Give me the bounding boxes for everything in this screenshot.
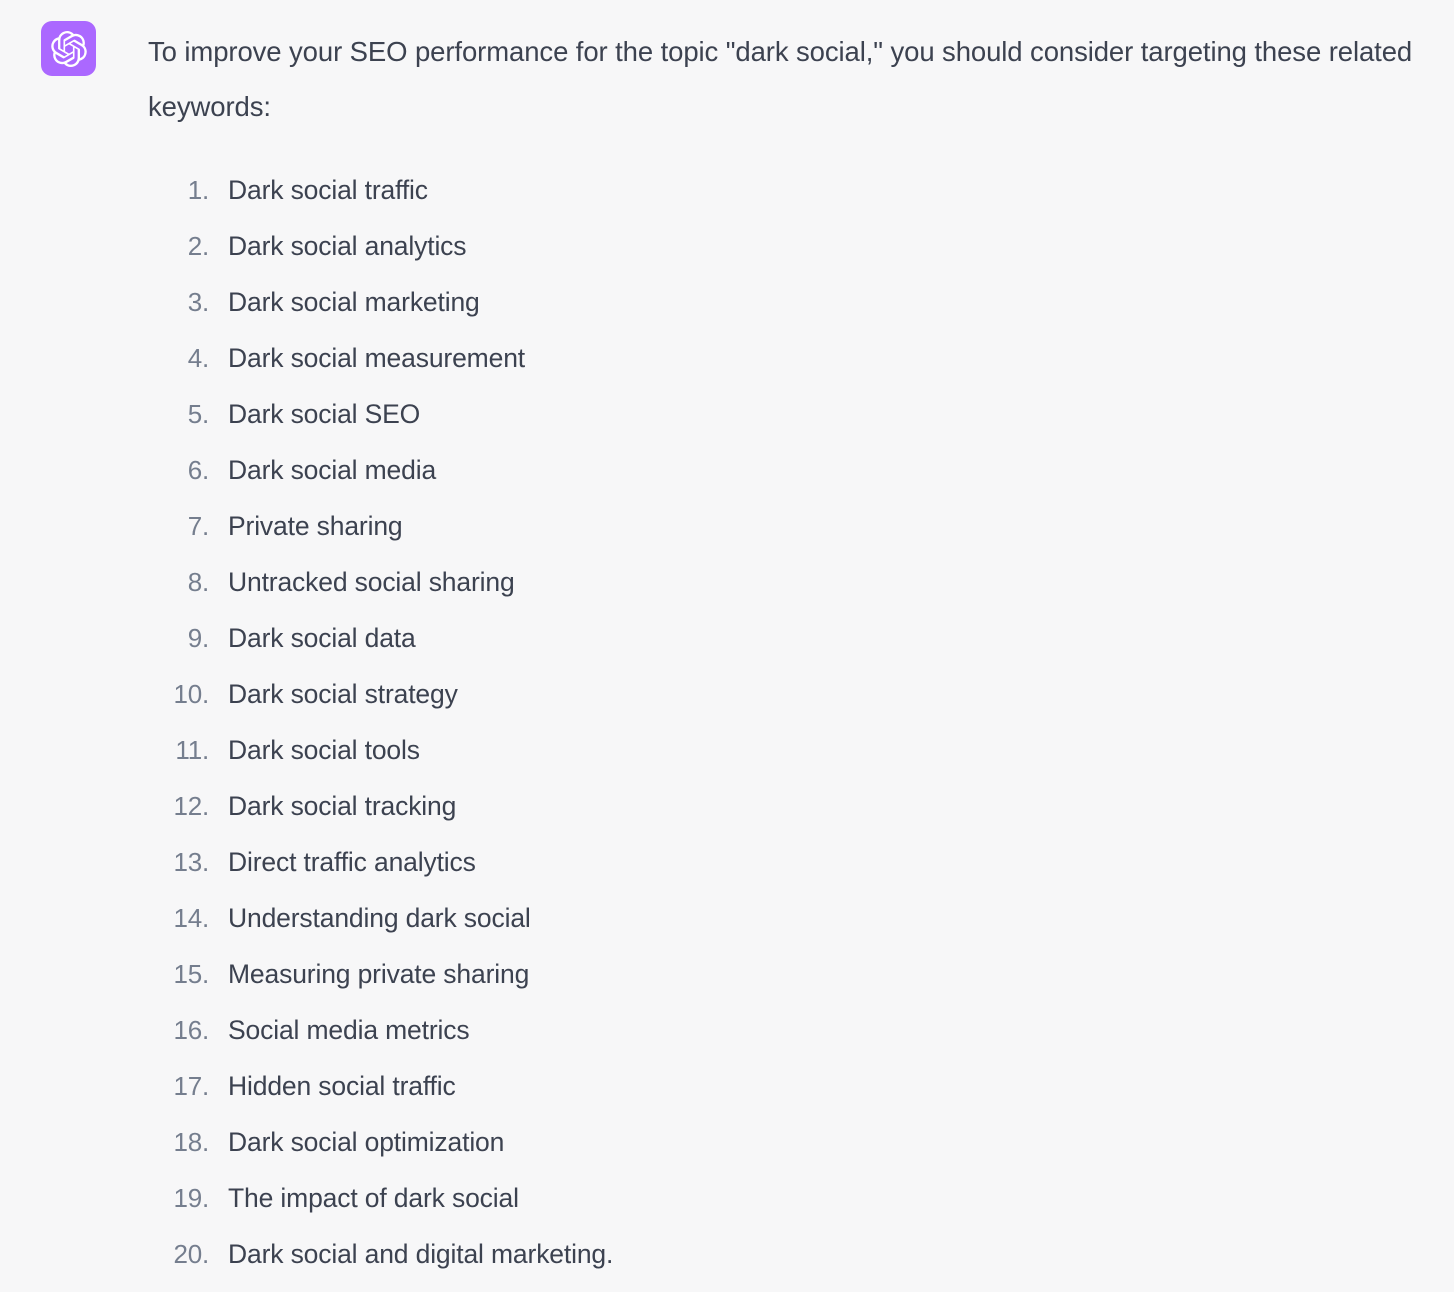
- assistant-message: To improve your SEO performance for the …: [0, 0, 1454, 1282]
- list-item-number: 2.: [187, 231, 209, 261]
- list-item: 6. Dark social media: [148, 442, 1438, 498]
- list-item-label: Dark social SEO: [228, 399, 421, 429]
- list-item: 20. Dark social and digital marketing.: [148, 1226, 1438, 1282]
- list-item-number: 8.: [187, 567, 209, 597]
- list-item-label: Dark social analytics: [228, 231, 467, 261]
- list-item-label: Untracked social sharing: [228, 567, 515, 597]
- list-item-label: Dark social data: [228, 623, 416, 653]
- list-item-label: Dark social media: [228, 455, 437, 485]
- list-item-label: The impact of dark social: [228, 1183, 519, 1213]
- assistant-avatar: [41, 21, 96, 76]
- list-item: 12. Dark social tracking: [148, 778, 1438, 834]
- openai-logo-icon: [50, 30, 87, 67]
- list-item-label: Dark social tracking: [228, 791, 457, 821]
- list-item-label: Private sharing: [228, 511, 403, 541]
- list-item-number: 4.: [187, 343, 209, 373]
- intro-paragraph: To improve your SEO performance for the …: [148, 36, 1413, 122]
- list-item-number: 3.: [187, 287, 209, 317]
- list-item-number: 13.: [173, 847, 209, 877]
- list-item-label: Dark social marketing: [228, 287, 480, 317]
- list-item: 19. The impact of dark social: [148, 1170, 1438, 1226]
- list-item: 13. Direct traffic analytics: [148, 834, 1438, 890]
- list-item: 17. Hidden social traffic: [148, 1058, 1438, 1114]
- list-item-label: Dark social and digital marketing.: [228, 1239, 614, 1269]
- list-item-number: 14.: [173, 903, 209, 933]
- list-item-label: Dark social optimization: [228, 1127, 505, 1157]
- list-item: 1. Dark social traffic: [148, 162, 1438, 218]
- list-item-number: 15.: [173, 959, 209, 989]
- list-item-number: 7.: [187, 511, 209, 541]
- list-item-number: 18.: [173, 1127, 209, 1157]
- list-item-number: 5.: [187, 399, 209, 429]
- list-item: 8. Untracked social sharing: [148, 554, 1438, 610]
- list-item: 18. Dark social optimization: [148, 1114, 1438, 1170]
- list-item: 16. Social media metrics: [148, 1002, 1438, 1058]
- list-item-label: Dark social traffic: [228, 175, 428, 205]
- list-item-number: 12.: [173, 791, 209, 821]
- message-content: To improve your SEO performance for the …: [148, 21, 1438, 1282]
- list-item-label: Direct traffic analytics: [228, 847, 476, 877]
- list-item-number: 19.: [173, 1183, 209, 1213]
- list-item: 3. Dark social marketing: [148, 274, 1438, 330]
- list-item: 10. Dark social strategy: [148, 666, 1438, 722]
- list-item-label: Social media metrics: [228, 1015, 470, 1045]
- list-item-label: Understanding dark social: [228, 903, 531, 933]
- list-item: 11. Dark social tools: [148, 722, 1438, 778]
- keyword-list: 1. Dark social traffic 2. Dark social an…: [148, 162, 1438, 1282]
- list-item-number: 10.: [173, 679, 209, 709]
- list-item-number: 6.: [187, 455, 209, 485]
- list-item-number: 20.: [173, 1239, 209, 1269]
- list-item: 14. Understanding dark social: [148, 890, 1438, 946]
- list-item-label: Hidden social traffic: [228, 1071, 456, 1101]
- list-item-number: 11.: [175, 735, 209, 765]
- list-item-number: 16.: [173, 1015, 209, 1045]
- list-item-label: Dark social strategy: [228, 679, 458, 709]
- list-item-number: 17.: [173, 1071, 209, 1101]
- list-item-label: Measuring private sharing: [228, 959, 530, 989]
- list-item: 4. Dark social measurement: [148, 330, 1438, 386]
- list-item: 5. Dark social SEO: [148, 386, 1438, 442]
- list-item-label: Dark social measurement: [228, 343, 525, 373]
- list-item-number: 9.: [187, 623, 209, 653]
- list-item: 2. Dark social analytics: [148, 218, 1438, 274]
- list-item: 9. Dark social data: [148, 610, 1438, 666]
- list-item: 7. Private sharing: [148, 498, 1438, 554]
- list-item: 15. Measuring private sharing: [148, 946, 1438, 1002]
- list-item-label: Dark social tools: [228, 735, 420, 765]
- list-item-number: 1.: [187, 175, 209, 205]
